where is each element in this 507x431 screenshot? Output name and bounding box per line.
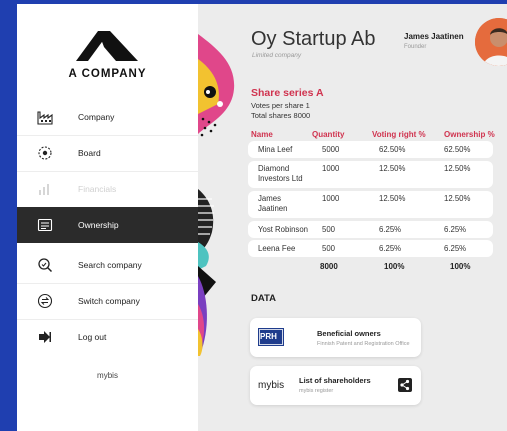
row-name: James Jaatinen [258, 194, 288, 213]
table-row[interactable]: James Jaatinen 1000 12.50% 12.50% [248, 191, 493, 218]
row-quantity: 500 [322, 244, 336, 253]
row-voting: 6.25% [379, 244, 402, 253]
row-ownership: 62.50% [444, 145, 471, 154]
table-row[interactable]: Mina Leef 5000 62.50% 62.50% [248, 141, 493, 158]
logout-icon [37, 329, 53, 345]
sidebar-item-search-company[interactable]: Search company [17, 247, 198, 283]
sidebar-item-company[interactable]: Company [17, 99, 198, 135]
total-quantity: 8000 [320, 262, 338, 271]
row-ownership: 12.50% [444, 194, 471, 203]
sidebar-item-ownership[interactable]: Ownership [17, 207, 198, 243]
row-ownership: 6.25% [444, 225, 467, 234]
user-role: Founder [404, 44, 427, 50]
row-quantity: 500 [322, 225, 336, 234]
factory-icon [37, 109, 53, 125]
mybis-brand: mybis [97, 371, 118, 380]
sidebar-item-label: Switch company [78, 296, 140, 306]
share-series-title: Share series A [251, 87, 324, 99]
row-name: Mina Leef [258, 145, 293, 154]
app-window: A COMPANY Company Board Financials Owner… [17, 4, 507, 431]
row-name: Yost Robinson [258, 225, 308, 234]
mybis-logo: mybis [258, 380, 285, 391]
table-row[interactable]: Yost Robinson 500 6.25% 6.25% [248, 221, 493, 238]
column-header-ownership: Ownership % [444, 130, 495, 139]
row-ownership: 6.25% [444, 244, 467, 253]
data-section-title: DATA [251, 293, 276, 304]
sidebar-item-label: Company [78, 112, 115, 122]
row-name: Diamond Investors Ltd [258, 164, 303, 183]
card-subtitle: Finnish Patent and Registration Office [317, 341, 410, 347]
total-shares: Total shares 8000 [251, 111, 311, 120]
row-ownership: 12.50% [444, 164, 471, 173]
row-voting: 12.50% [379, 194, 406, 203]
sidebar-item-label: Financials [78, 184, 117, 194]
sidebar: A COMPANY Company Board Financials Owner… [17, 4, 198, 431]
table-row[interactable]: Diamond Investors Ltd 1000 12.50% 12.50% [248, 161, 493, 188]
company-name: Oy Startup Ab [251, 28, 376, 50]
row-voting: 6.25% [379, 225, 402, 234]
sidebar-item-board[interactable]: Board [17, 135, 198, 171]
sidebar-item-logout[interactable]: Log out [17, 319, 198, 355]
votes-per-share: Votes per share 1 [251, 101, 310, 110]
column-header-quantity: Quantity [312, 130, 345, 139]
row-voting: 62.50% [379, 145, 406, 154]
sidebar-item-label: Search company [78, 260, 142, 270]
company-type: Limited company [252, 52, 302, 59]
sidebar-item-label: Ownership [78, 220, 119, 230]
card-title: List of shareholders [299, 376, 371, 385]
share-icon[interactable] [398, 378, 412, 392]
card-title: Beneficial owners [317, 329, 381, 338]
decorative-pattern [198, 34, 235, 356]
row-quantity: 1000 [322, 164, 340, 173]
row-name: Leena Fee [258, 244, 296, 253]
prh-logo-text: PRH [260, 332, 277, 341]
board-icon [37, 145, 53, 161]
company-logo-icon [76, 31, 138, 61]
sidebar-item-switch-company[interactable]: Switch company [17, 283, 198, 319]
user-name: James Jaatinen [404, 32, 464, 41]
company-logo-text: A COMPANY [68, 68, 147, 80]
row-quantity: 1000 [322, 194, 340, 203]
avatar[interactable] [475, 18, 507, 66]
card-subtitle: mybis register [299, 388, 334, 394]
shareholders-list-card[interactable]: mybis List of shareholders mybis registe… [250, 366, 421, 405]
row-quantity: 5000 [322, 145, 340, 154]
column-header-name: Name [251, 130, 273, 139]
column-header-voting: Voting right % [372, 130, 426, 139]
sidebar-item-label: Log out [78, 332, 107, 342]
total-voting: 100% [384, 262, 405, 271]
total-ownership: 100% [450, 262, 471, 271]
sidebar-item-financials: Financials [17, 171, 198, 207]
financials-icon [37, 181, 53, 197]
row-voting: 12.50% [379, 164, 406, 173]
search-icon [37, 257, 53, 273]
table-row[interactable]: Leena Fee 500 6.25% 6.25% [248, 240, 493, 257]
beneficial-owners-card[interactable]: PRH Beneficial owners Finnish Patent and… [250, 318, 421, 357]
sidebar-item-label: Board [78, 148, 101, 158]
ownership-icon [37, 217, 53, 233]
switch-icon [37, 293, 53, 309]
